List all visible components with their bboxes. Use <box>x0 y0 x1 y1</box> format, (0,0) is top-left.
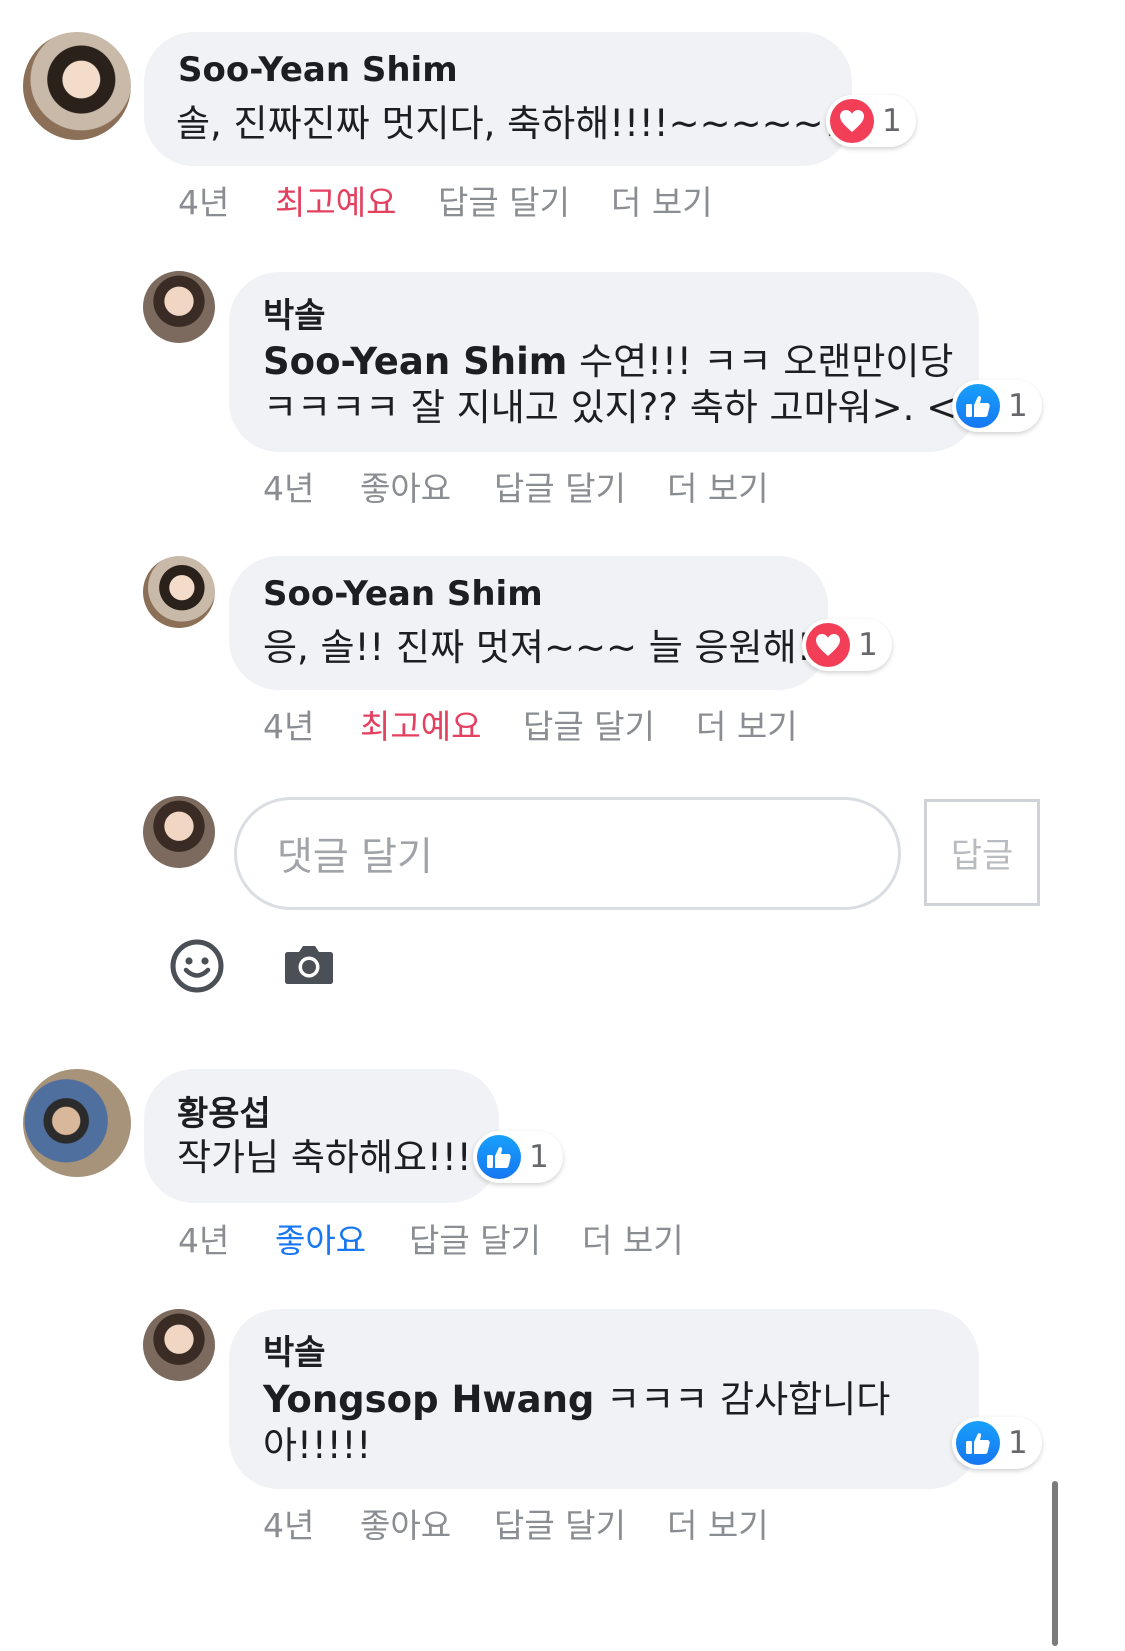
reply-button[interactable]: 답글 달기 <box>523 700 696 748</box>
comment-text: 작가님 축하해요!!! <box>177 1136 472 1179</box>
reaction-badge[interactable]: 1 <box>473 1131 563 1183</box>
heart-icon <box>806 623 850 667</box>
avatar <box>143 796 215 868</box>
reaction-count: 1 <box>1008 1425 1028 1461</box>
reaction-badge[interactable]: 1 <box>952 380 1042 432</box>
camera-icon[interactable] <box>284 942 334 990</box>
comment-actions: 4년 좋아요 답글 달기 더 보기 <box>263 462 769 510</box>
comment-text: 솔, 진짜진짜 멋지다, 축하해!!!!~~~~~!!! <box>176 102 869 145</box>
reaction-badge[interactable]: 1 <box>952 1417 1042 1469</box>
comment-time[interactable]: 4년 <box>263 462 360 510</box>
reaction-count: 1 <box>529 1139 549 1175</box>
reaction-button[interactable]: 최고예요 <box>275 176 438 224</box>
avatar[interactable] <box>23 1069 131 1177</box>
comment-time[interactable]: 4년 <box>178 176 275 224</box>
comment-author[interactable]: Soo-Yean Shim <box>178 50 458 90</box>
comment-text: Soo-Yean Shim 수연!!! ㅋㅋ 오랜만이당 <box>263 338 953 386</box>
comment-author[interactable]: Soo-Yean Shim <box>263 574 543 614</box>
scrollbar[interactable] <box>1052 1481 1058 1646</box>
reaction-count: 1 <box>858 627 878 663</box>
comment-text-line2: 아!!!!! <box>263 1424 372 1467</box>
more-button[interactable]: 더 보기 <box>667 1499 769 1547</box>
comment-text-line2: ㅋㅋㅋㅋ 잘 지내고 있지?? 축하 고마워>. < <box>263 386 958 429</box>
comment-input[interactable]: 댓글 달기 <box>234 797 901 910</box>
avatar[interactable] <box>143 1309 215 1381</box>
comment-text-line1: 수연!!! ㅋㅋ 오랜만이당 <box>567 340 954 383</box>
comment-time[interactable]: 4년 <box>263 1499 360 1547</box>
comment-actions: 4년 좋아요 답글 달기 더 보기 <box>263 1499 769 1547</box>
avatar[interactable] <box>23 32 131 140</box>
reaction-button[interactable]: 좋아요 <box>360 1499 494 1547</box>
reply-button[interactable]: 답글 달기 <box>438 176 611 224</box>
comment-text: Yongsop Hwang ㅋㅋㅋ 감사합니다 <box>263 1376 890 1424</box>
comment-author[interactable]: 황용섭 <box>177 1086 271 1135</box>
comment-author[interactable]: 박솔 <box>263 288 326 337</box>
mention-link[interactable]: Soo-Yean Shim <box>263 340 567 383</box>
thumbs-up-icon <box>956 384 1000 428</box>
reaction-count: 1 <box>882 103 902 139</box>
comment-time[interactable]: 4년 <box>178 1214 275 1262</box>
more-button[interactable]: 더 보기 <box>611 176 713 224</box>
mention-link[interactable]: Yongsop Hwang <box>263 1378 594 1421</box>
comment-text: 응, 솔!! 진짜 멋져~~~ 늘 응원해!! <box>263 626 827 669</box>
reaction-badge[interactable]: 1 <box>826 95 916 147</box>
comment-actions: 4년 최고예요 답글 달기 더 보기 <box>263 700 798 748</box>
reply-submit-button[interactable]: 답글 <box>924 799 1040 906</box>
avatar[interactable] <box>143 271 215 343</box>
reply-button[interactable]: 답글 달기 <box>494 1499 667 1547</box>
avatar[interactable] <box>143 556 215 628</box>
heart-icon <box>830 99 874 143</box>
comment-actions: 4년 좋아요 답글 달기 더 보기 <box>178 1214 684 1262</box>
comment-text-line1: ㅋㅋㅋ 감사합니다 <box>594 1378 891 1421</box>
reaction-count: 1 <box>1008 388 1028 424</box>
reply-button[interactable]: 답글 달기 <box>494 462 667 510</box>
more-button[interactable]: 더 보기 <box>696 700 798 748</box>
thumbs-up-icon <box>477 1135 521 1179</box>
smiley-icon[interactable] <box>169 938 225 998</box>
more-button[interactable]: 더 보기 <box>667 462 769 510</box>
reaction-button[interactable]: 최고예요 <box>360 700 523 748</box>
reply-button[interactable]: 답글 달기 <box>409 1214 582 1262</box>
comment-author[interactable]: 박솔 <box>263 1325 326 1374</box>
reaction-button[interactable]: 좋아요 <box>360 462 494 510</box>
comment-actions: 4년 최고예요 답글 달기 더 보기 <box>178 176 713 224</box>
comment-time[interactable]: 4년 <box>263 700 360 748</box>
more-button[interactable]: 더 보기 <box>582 1214 684 1262</box>
reaction-button[interactable]: 좋아요 <box>275 1214 409 1262</box>
thumbs-up-icon <box>956 1421 1000 1465</box>
reaction-badge[interactable]: 1 <box>802 619 892 671</box>
